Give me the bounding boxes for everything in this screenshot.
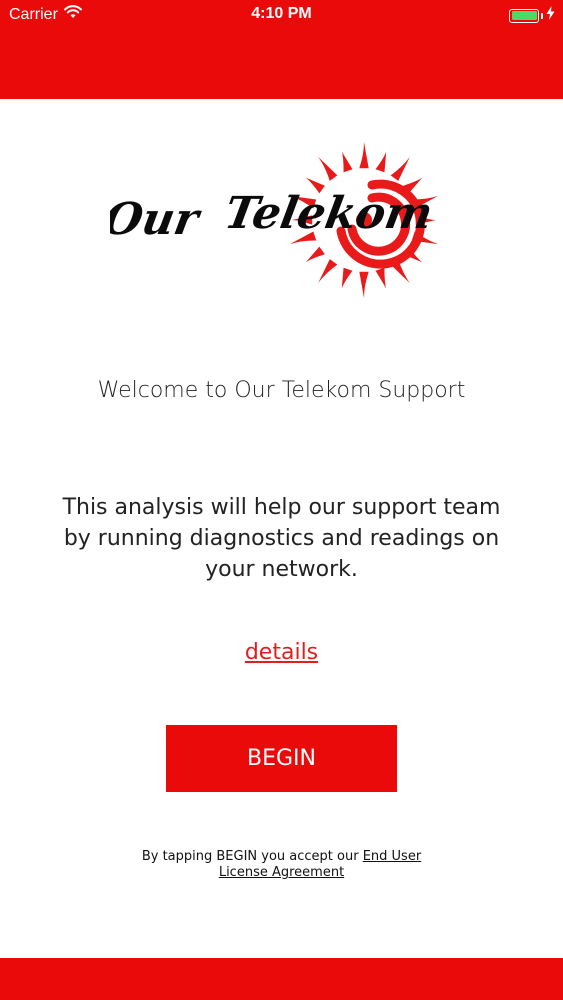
battery-group: [509, 6, 555, 25]
analysis-description: This analysis will help our support team…: [60, 492, 503, 585]
sun-ray: [305, 246, 325, 263]
sun-ray: [359, 271, 369, 298]
sun-ray: [359, 142, 369, 169]
battery-icon: [509, 8, 539, 23]
bottom-bar: [0, 958, 563, 1000]
logo-text-telekom: Telekom: [221, 187, 437, 239]
sun-ray: [341, 151, 353, 173]
battery-cap: [541, 12, 543, 19]
analysis-line-2: by running diagnostics and readings on: [63, 526, 500, 551]
analysis-line-3: your network.: [205, 557, 358, 582]
sun-ray: [318, 259, 338, 284]
details-link[interactable]: details: [0, 640, 563, 665]
welcome-heading: Welcome to Our Telekom Support: [97, 378, 466, 403]
top-bar: Carrier 4:10 PM: [0, 0, 563, 99]
sun-ray: [341, 267, 353, 289]
eula-link-part-2[interactable]: License Agreement: [219, 865, 344, 880]
sun-ray: [318, 156, 338, 181]
eula-link-part-1[interactable]: End User: [363, 849, 421, 864]
sun-logo-icon: Our Telekom: [100, 142, 439, 298]
charging-bolt-icon: [546, 6, 555, 25]
legal-notice: By tapping BEGIN you accept our End User…: [100, 849, 463, 881]
our-telekom-logo: Our Telekom: [100, 130, 450, 300]
battery-fill: [511, 11, 537, 20]
analysis-line-1: This analysis will help our support team: [62, 495, 501, 520]
logo-text-our: Our: [110, 193, 206, 245]
sun-ray: [390, 156, 410, 181]
sun-ray: [375, 151, 387, 173]
logo-wordmark: Our Telekom: [100, 187, 437, 245]
sun-ray: [375, 267, 387, 289]
status-bar: Carrier 4:10 PM: [0, 0, 563, 30]
legal-prefix: By tapping BEGIN you accept our: [141, 849, 363, 864]
screen: Carrier 4:10 PM Our Telekom Welcome to O…: [0, 0, 563, 1000]
status-time: 4:10 PM: [251, 5, 312, 22]
begin-button[interactable]: BEGIN: [166, 725, 397, 792]
